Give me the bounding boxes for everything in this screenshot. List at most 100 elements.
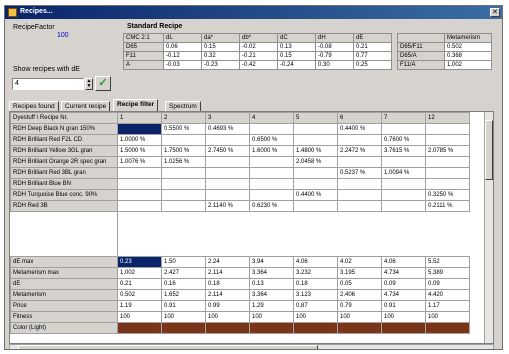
grid-cell[interactable]: 4.06	[381, 256, 426, 268]
grid-cell[interactable]	[337, 134, 382, 146]
tab-current-recipe[interactable]: Current recipe	[61, 101, 111, 111]
grid-cell[interactable]: 3.232	[293, 267, 338, 279]
grid-cell[interactable]	[117, 123, 162, 135]
grid-cell[interactable]: 0.4400 %	[337, 123, 382, 135]
grid-cell[interactable]: 4.06	[293, 256, 338, 268]
grid-cell[interactable]	[205, 167, 250, 179]
tab-spectrum[interactable]: Spectrum	[165, 101, 201, 111]
grid-cell[interactable]: 4.420	[425, 289, 470, 301]
grid-cell[interactable]	[337, 189, 382, 201]
grid-cell[interactable]: 0.5237 %	[337, 167, 382, 179]
grid-cell[interactable]	[425, 134, 470, 146]
threshold-spinner[interactable]: ▲ ▼	[85, 78, 93, 90]
grid-cell[interactable]	[205, 178, 250, 190]
grid-cell[interactable]	[337, 156, 382, 168]
grid-cell[interactable]: 0.09	[381, 278, 426, 290]
grid-cell[interactable]: 0.23	[117, 256, 162, 268]
grid-cell[interactable]: 1.29	[249, 300, 294, 312]
recipe-column-header[interactable]: 3	[205, 112, 250, 124]
grid-cell[interactable]: 3.123	[293, 289, 338, 301]
tab-recipes-found[interactable]: Recipes found	[9, 101, 59, 111]
grid-cell[interactable]	[161, 200, 206, 212]
grid-cell[interactable]: 100	[425, 311, 470, 323]
recipe-grid[interactable]: Dyestuff \ Recipe Nr. 1 2 3 4 5 6 7 12 R…	[9, 111, 494, 344]
grid-cell[interactable]: 2.406	[337, 289, 382, 301]
grid-cell[interactable]	[381, 178, 426, 190]
grid-cell[interactable]: 0.16	[161, 278, 206, 290]
grid-cell[interactable]: 1.0076 %	[117, 156, 162, 168]
grid-cell[interactable]: 0.4693 %	[205, 123, 250, 135]
grid-cell[interactable]: 0.13	[249, 278, 294, 290]
grid-cell[interactable]	[205, 189, 250, 201]
grid-cell[interactable]: 3.195	[337, 267, 382, 279]
grid-cell[interactable]: 0.21	[117, 278, 162, 290]
grid-cell[interactable]: 0.6500 %	[249, 134, 294, 146]
grid-cell[interactable]: 0.91	[161, 300, 206, 312]
grid-cell[interactable]: 1.19	[117, 300, 162, 312]
grid-cell[interactable]: 0.502	[117, 289, 162, 301]
grid-cell[interactable]: 3.94	[249, 256, 294, 268]
grid-cell[interactable]: 1.7500 %	[161, 145, 206, 157]
vertical-scroll-thumb[interactable]	[485, 120, 493, 180]
grid-cell[interactable]	[381, 123, 426, 135]
recipe-column-header[interactable]: 2	[161, 112, 206, 124]
color-swatch[interactable]	[161, 322, 206, 334]
grid-cell[interactable]	[425, 123, 470, 135]
grid-cell[interactable]	[117, 200, 162, 212]
grid-cell[interactable]: 1.0256 %	[161, 156, 206, 168]
grid-cell[interactable]	[293, 134, 338, 146]
grid-cell[interactable]	[249, 189, 294, 201]
grid-cell[interactable]: 1.6000 %	[249, 145, 294, 157]
grid-cell[interactable]: 2.114	[205, 267, 250, 279]
grid-cell[interactable]: 0.3250 %	[425, 189, 470, 201]
grid-cell[interactable]	[117, 178, 162, 190]
close-button[interactable]: ✕	[490, 8, 500, 17]
grid-cell[interactable]	[425, 167, 470, 179]
grid-cell[interactable]	[249, 123, 294, 135]
grid-cell[interactable]: 0.09	[425, 278, 470, 290]
grid-cell[interactable]: 2.0785 %	[425, 145, 470, 157]
recipe-column-header[interactable]: 6	[337, 112, 382, 124]
grid-cell[interactable]: 1.0094 %	[381, 167, 426, 179]
grid-cell[interactable]: 5.389	[425, 267, 470, 279]
grid-cell[interactable]	[381, 189, 426, 201]
grid-cell[interactable]: 0.79	[337, 300, 382, 312]
color-swatch[interactable]	[249, 322, 294, 334]
grid-cell[interactable]	[293, 178, 338, 190]
grid-cell[interactable]: 0.7600 %	[381, 134, 426, 146]
grid-cell[interactable]: 100	[293, 311, 338, 323]
grid-cell[interactable]	[205, 156, 250, 168]
grid-cell[interactable]: 1.50	[161, 256, 206, 268]
grid-cell[interactable]	[161, 134, 206, 146]
grid-cell[interactable]: 1.652	[161, 289, 206, 301]
grid-cell[interactable]: 0.05	[337, 278, 382, 290]
grid-cell[interactable]: 100	[161, 311, 206, 323]
grid-cell[interactable]: 100	[381, 311, 426, 323]
recipe-column-header[interactable]: 7	[381, 112, 426, 124]
grid-cell[interactable]	[249, 167, 294, 179]
grid-cell[interactable]	[337, 178, 382, 190]
title-bar[interactable]: Recipes... ✕	[5, 6, 502, 19]
grid-cell[interactable]	[161, 167, 206, 179]
color-swatch[interactable]	[117, 322, 162, 334]
grid-cell[interactable]	[425, 156, 470, 168]
grid-cell[interactable]	[381, 200, 426, 212]
recipe-column-header[interactable]: 12	[425, 112, 470, 124]
grid-cell[interactable]	[293, 123, 338, 135]
grid-cell[interactable]: 0.2111 %	[425, 200, 470, 212]
grid-cell[interactable]	[205, 134, 250, 146]
apply-button[interactable]: ✓	[95, 76, 111, 91]
grid-cell[interactable]: 100	[337, 311, 382, 323]
grid-cell[interactable]: 0.18	[205, 278, 250, 290]
vertical-scrollbar[interactable]	[484, 112, 493, 343]
color-swatch[interactable]	[205, 322, 250, 334]
grid-cell[interactable]: 100	[249, 311, 294, 323]
grid-cell[interactable]: 2.427	[161, 267, 206, 279]
color-swatch[interactable]	[425, 322, 470, 334]
show-recipes-input[interactable]: 4	[12, 78, 84, 90]
grid-cell[interactable]: 0.4400 %	[293, 189, 338, 201]
grid-cell[interactable]	[249, 178, 294, 190]
grid-cell[interactable]: 0.91	[381, 300, 426, 312]
grid-cell[interactable]: 5.52	[425, 256, 470, 268]
grid-cell[interactable]: 2.2472 %	[337, 145, 382, 157]
